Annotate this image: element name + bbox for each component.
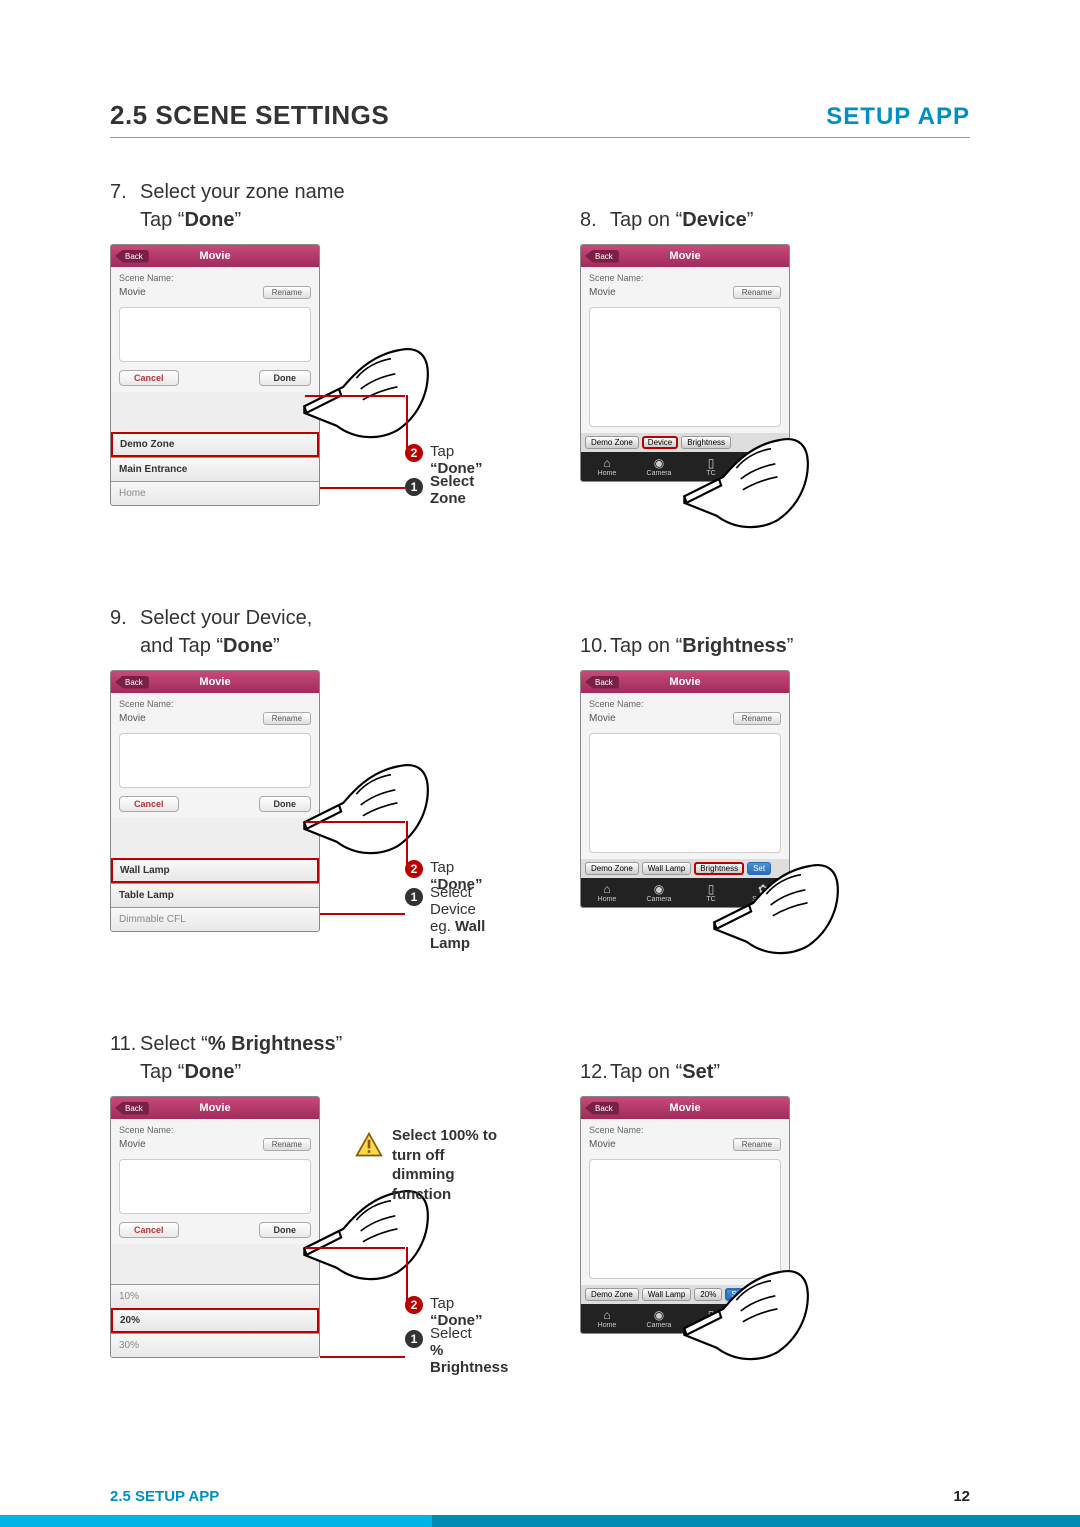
- mock-phone-step9: Back Movie Scene Name: Movie Rename Canc…: [110, 670, 320, 932]
- callout-select-device: Select Device eg. Wall Lamp: [430, 884, 500, 952]
- crumb-device[interactable]: Device: [642, 436, 678, 449]
- callout-line: [305, 395, 405, 397]
- callout-bullet-1: 1: [405, 888, 423, 906]
- camera-icon: ◉: [633, 456, 685, 470]
- page-footer: 2.5 SETUP APP 12: [0, 1491, 1080, 1527]
- picker-device-table[interactable]: Table Lamp: [111, 883, 319, 907]
- callout-bullet-1: 1: [405, 478, 423, 496]
- step-10-text: 10.Tap on “Brightness”: [580, 632, 970, 660]
- rename-button[interactable]: Rename: [263, 712, 311, 725]
- screen-title: Movie: [199, 250, 230, 262]
- rename-button[interactable]: Rename: [733, 1138, 781, 1151]
- callout-line: [406, 395, 408, 453]
- callout-tap-done: Tap “Done”: [430, 443, 500, 477]
- scene-name-label: Scene Name:: [119, 273, 311, 283]
- scene-name-value: Movie: [119, 287, 146, 298]
- back-button[interactable]: Back: [115, 1102, 149, 1115]
- callout-line: [320, 487, 405, 489]
- step-7-text: 7.Select your zone name Tap “Done”: [110, 178, 500, 234]
- picker-device-wall[interactable]: Wall Lamp: [111, 858, 319, 883]
- crumb-wall-lamp[interactable]: Wall Lamp: [642, 862, 692, 875]
- tab-home[interactable]: ⌂Home: [581, 878, 633, 907]
- page-header: 2.5 SCENE SETTINGS SETUP APP: [110, 100, 970, 138]
- tab-camera[interactable]: ◉Camera: [633, 1304, 685, 1333]
- tab-camera[interactable]: ◉Camera: [633, 878, 685, 907]
- hand-icon: [680, 404, 810, 559]
- callout-select-pct: Select% Brightness: [430, 1325, 508, 1376]
- tab-home[interactable]: ⌂Home: [581, 452, 633, 481]
- hand-icon: [680, 1236, 810, 1391]
- back-button[interactable]: Back: [115, 676, 149, 689]
- footer-section: 2.5 SETUP APP: [110, 1488, 219, 1505]
- picker-10pct[interactable]: 10%: [111, 1284, 319, 1308]
- picker-device-cfl[interactable]: Dimmable CFL: [111, 907, 319, 931]
- step-9-text: 9.Select your Device, and Tap “Done”: [110, 604, 500, 660]
- home-icon: ⌂: [581, 456, 633, 470]
- step-12-text: 12.Tap on “Set”: [580, 1058, 970, 1086]
- callout-bullet-1: 1: [405, 1330, 423, 1348]
- back-button[interactable]: Back: [585, 676, 619, 689]
- section-title: 2.5 SCENE SETTINGS: [110, 100, 389, 131]
- hand-icon: [710, 830, 840, 985]
- cancel-button[interactable]: Cancel: [119, 796, 179, 812]
- crumb-demo-zone[interactable]: Demo Zone: [585, 436, 639, 449]
- callout-select-zone: SelectZone: [430, 473, 474, 507]
- cancel-button[interactable]: Cancel: [119, 1222, 179, 1238]
- app-title: SETUP APP: [826, 103, 970, 131]
- picker-20pct[interactable]: 20%: [111, 1308, 319, 1333]
- rename-button[interactable]: Rename: [263, 286, 311, 299]
- screen-title: Movie: [669, 250, 700, 262]
- tab-home[interactable]: ⌂Home: [581, 1304, 633, 1333]
- back-button[interactable]: Back: [585, 250, 619, 263]
- tab-camera[interactable]: ◉Camera: [633, 452, 685, 481]
- step-8-text: 8.Tap on “Device”: [580, 206, 970, 234]
- picker-30pct[interactable]: 30%: [111, 1333, 319, 1357]
- callout-bullet-2: 2: [405, 860, 423, 878]
- rename-button[interactable]: Rename: [263, 1138, 311, 1151]
- empty-list: [119, 307, 311, 362]
- step-11-text: 11.Select “% Brightness” Tap “Done”: [110, 1030, 500, 1086]
- mock-phone-step7: Back Movie Scene Name: Movie Rename Canc…: [110, 244, 320, 506]
- rename-button[interactable]: Rename: [733, 712, 781, 725]
- warning-text: Select 100% to turn offdimming function: [392, 1126, 500, 1204]
- picker-zone-home[interactable]: Home: [111, 481, 319, 505]
- back-button[interactable]: Back: [115, 250, 149, 263]
- footer-page: 12: [953, 1488, 970, 1505]
- warning-icon: [355, 1131, 383, 1164]
- crumb-demo-zone[interactable]: Demo Zone: [585, 1288, 639, 1301]
- picker-zone-demo[interactable]: Demo Zone: [111, 432, 319, 457]
- picker-zone-main[interactable]: Main Entrance: [111, 457, 319, 481]
- back-button[interactable]: Back: [585, 1102, 619, 1115]
- rename-button[interactable]: Rename: [733, 286, 781, 299]
- mock-phone-step11: Back Movie Scene Name: Movie Rename Canc…: [110, 1096, 320, 1358]
- crumb-demo-zone[interactable]: Demo Zone: [585, 862, 639, 875]
- cancel-button[interactable]: Cancel: [119, 370, 179, 386]
- callout-bullet-2: 2: [405, 1296, 423, 1314]
